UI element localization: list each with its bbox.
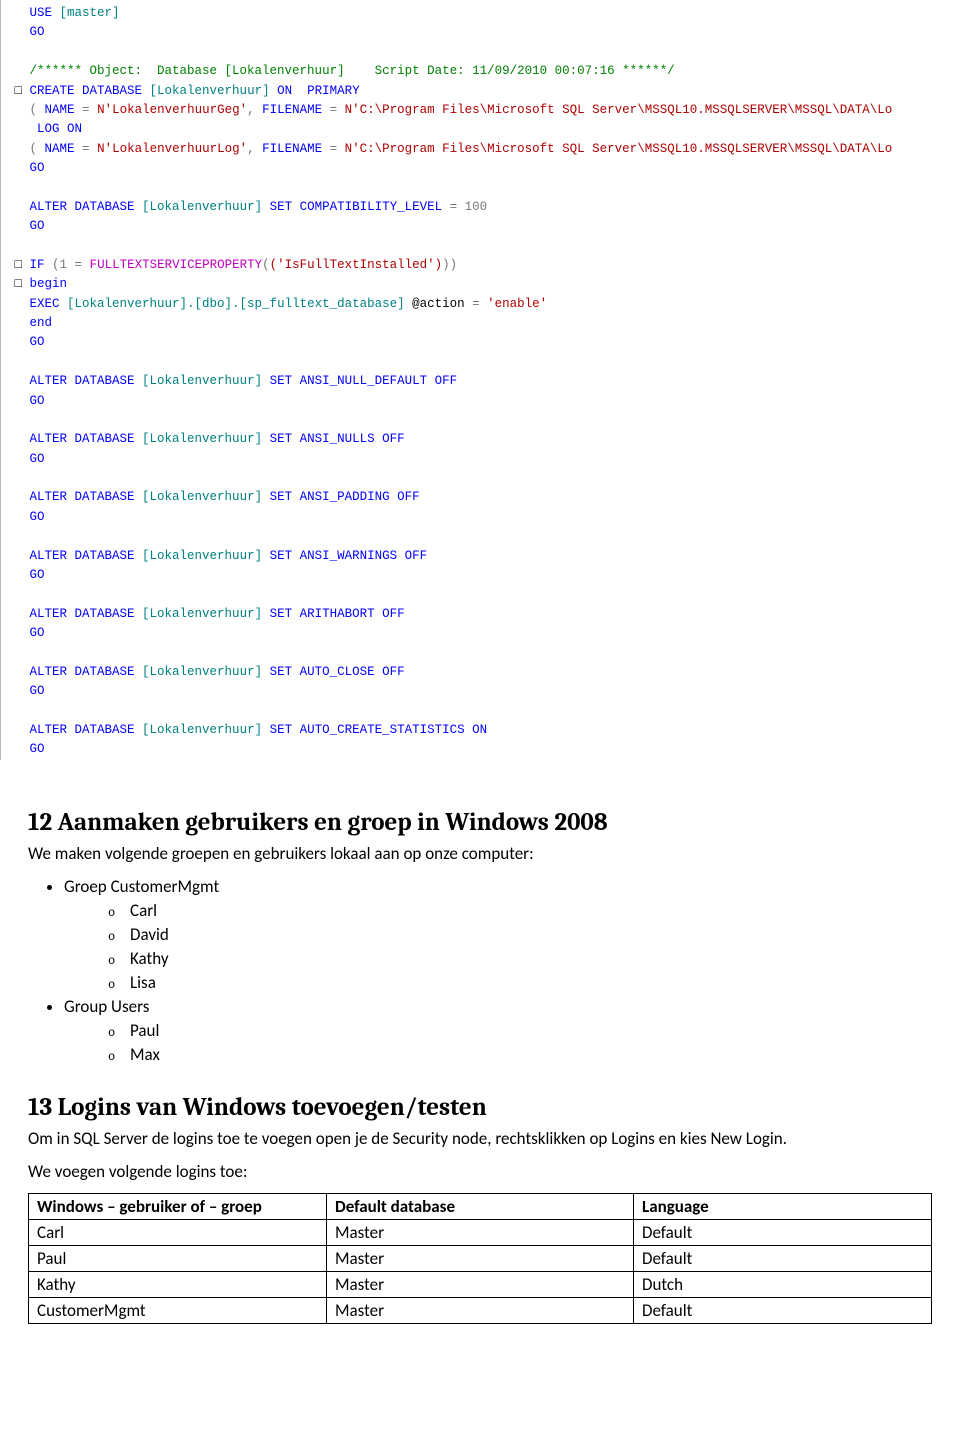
col-default-db: Default database: [326, 1194, 633, 1220]
table-row: Kathy Master Dutch: [29, 1272, 932, 1298]
section13-intro: Om in SQL Server de logins toe te voegen…: [28, 1128, 932, 1151]
cell: Master: [326, 1246, 633, 1272]
cell: CustomerMgmt: [29, 1298, 327, 1324]
group-users: Group Users Paul Max: [64, 996, 932, 1065]
table-header-row: Windows – gebruiker of – groep Default d…: [29, 1194, 932, 1220]
list-item: David: [108, 924, 932, 945]
col-language: Language: [634, 1194, 932, 1220]
heading-12: 12 Aanmaken gebruikers en groep in Windo…: [28, 808, 932, 837]
sql-code-block: USE [master] GO /****** Object: Database…: [0, 0, 960, 760]
list-item: Max: [108, 1044, 932, 1065]
col-user-group: Windows – gebruiker of – groep: [29, 1194, 327, 1220]
heading-13: 13 Logins van Windows toevoegen/testen: [28, 1093, 932, 1122]
group-customermgmt: Groep CustomerMgmt Carl David Kathy Lisa: [64, 876, 932, 993]
list-item: Carl: [108, 900, 932, 921]
cell: Dutch: [634, 1272, 932, 1298]
list-item: Paul: [108, 1020, 932, 1041]
logins-table: Windows – gebruiker of – groep Default d…: [28, 1193, 932, 1324]
cell: Default: [634, 1246, 932, 1272]
cell: Master: [326, 1298, 633, 1324]
group1-label: Groep CustomerMgmt: [64, 876, 219, 897]
table-row: CustomerMgmt Master Default: [29, 1298, 932, 1324]
cell: Master: [326, 1272, 633, 1298]
cell: Default: [634, 1220, 932, 1246]
group2-users: Paul Max: [108, 1020, 932, 1065]
section13-intro2: We voegen volgende logins toe:: [28, 1161, 932, 1184]
table-row: Paul Master Default: [29, 1246, 932, 1272]
group1-users: Carl David Kathy Lisa: [108, 900, 932, 993]
cell: Master: [326, 1220, 633, 1246]
cell: Carl: [29, 1220, 327, 1246]
cell: Default: [634, 1298, 932, 1324]
section12-intro: We maken volgende groepen en gebruikers …: [28, 843, 932, 866]
cell: Paul: [29, 1246, 327, 1272]
cell: Kathy: [29, 1272, 327, 1298]
group2-label: Group Users: [64, 996, 149, 1017]
list-item: Lisa: [108, 972, 932, 993]
list-item: Kathy: [108, 948, 932, 969]
document-body: 12 Aanmaken gebruikers en groep in Windo…: [0, 770, 960, 1345]
table-row: Carl Master Default: [29, 1220, 932, 1246]
groups-list: Groep CustomerMgmt Carl David Kathy Lisa…: [64, 876, 932, 1065]
